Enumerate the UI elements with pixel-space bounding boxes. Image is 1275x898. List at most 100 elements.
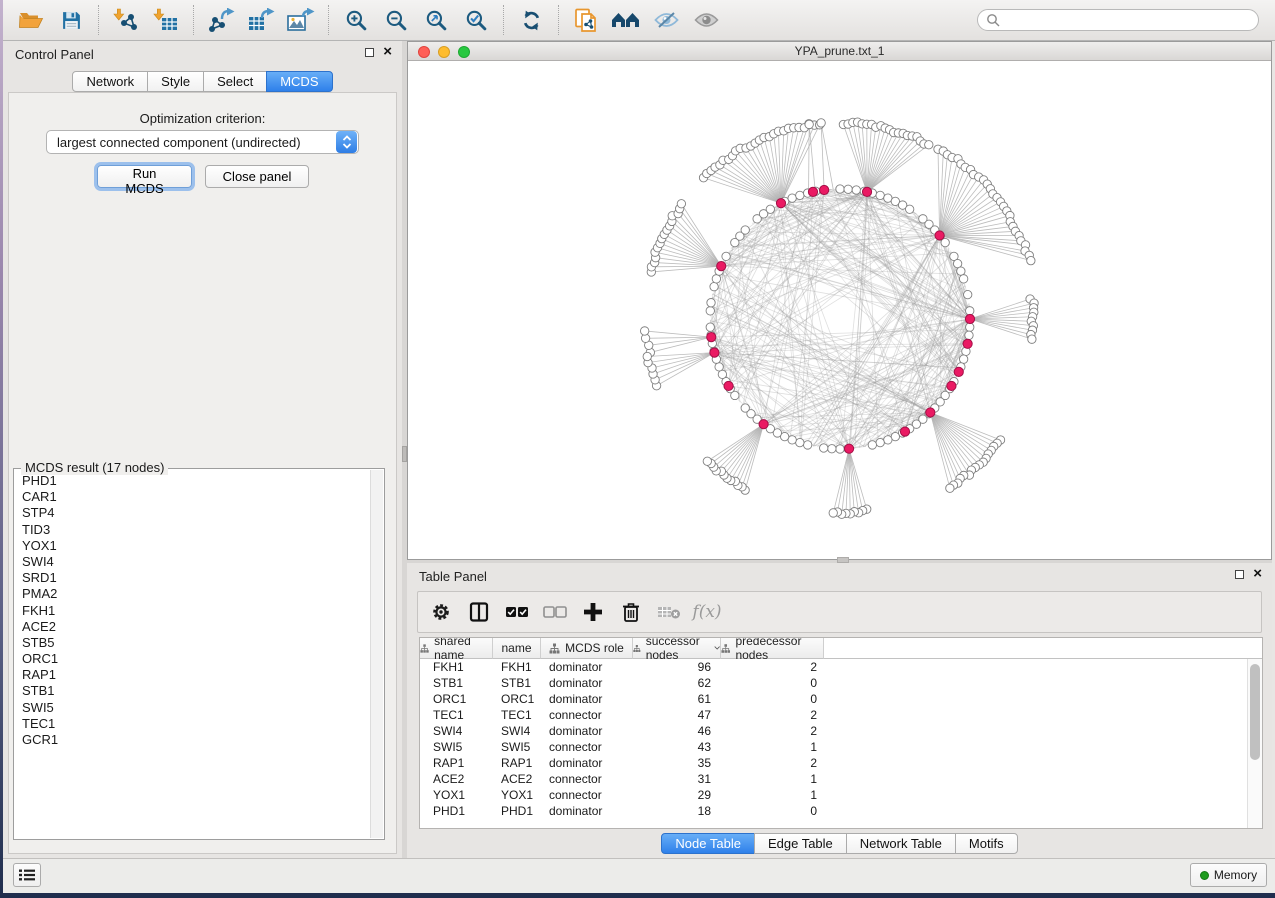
- network-node[interactable]: [796, 438, 804, 446]
- mcds-node[interactable]: [759, 420, 768, 429]
- network-node[interactable]: [722, 252, 730, 260]
- close-panel-button[interactable]: Close panel: [205, 165, 309, 188]
- mcds-list-scrollbar[interactable]: [370, 470, 383, 838]
- mcds-result-item[interactable]: PMA2: [22, 586, 369, 602]
- close-window-icon[interactable]: [418, 46, 430, 58]
- create-column-button[interactable]: [578, 597, 608, 627]
- table-scrollbar[interactable]: [1247, 659, 1262, 828]
- tab-network[interactable]: Network: [72, 71, 148, 92]
- open-file-button[interactable]: [11, 3, 51, 37]
- network-node[interactable]: [905, 205, 913, 213]
- mcds-node[interactable]: [776, 199, 785, 208]
- export-table-button[interactable]: [241, 3, 281, 37]
- float-panel-icon[interactable]: [365, 48, 374, 57]
- network-node[interactable]: [703, 457, 711, 465]
- tab-network-table[interactable]: Network Table: [846, 833, 956, 854]
- zoom-selected-button[interactable]: [456, 3, 496, 37]
- mcds-node[interactable]: [844, 444, 853, 453]
- hide-selected-button[interactable]: [646, 3, 686, 37]
- network-node[interactable]: [868, 441, 876, 449]
- network-node[interactable]: [796, 191, 804, 199]
- table-row[interactable]: ORC1ORC1dominator610: [420, 691, 1262, 707]
- tab-style[interactable]: Style: [147, 71, 204, 92]
- mcds-node[interactable]: [900, 427, 909, 436]
- network-node[interactable]: [706, 323, 714, 331]
- mcds-result-item[interactable]: RAP1: [22, 667, 369, 683]
- column-header-successor-nodes[interactable]: successor nodes: [633, 638, 721, 659]
- network-node[interactable]: [957, 267, 965, 275]
- network-node[interactable]: [741, 226, 749, 234]
- tab-motifs[interactable]: Motifs: [955, 833, 1018, 854]
- mcds-result-item[interactable]: SRD1: [22, 570, 369, 586]
- scrollbar-thumb[interactable]: [1250, 664, 1260, 760]
- network-node[interactable]: [706, 307, 714, 315]
- mcds-node[interactable]: [947, 381, 956, 390]
- mcds-result-item[interactable]: TEC1: [22, 716, 369, 732]
- network-node[interactable]: [817, 119, 825, 127]
- network-node[interactable]: [766, 205, 774, 213]
- table-row[interactable]: TEC1TEC1connector472: [420, 707, 1262, 723]
- mcds-node[interactable]: [820, 185, 829, 194]
- mcds-node[interactable]: [963, 339, 972, 348]
- refresh-view-button[interactable]: [511, 3, 551, 37]
- mcds-result-item[interactable]: ACE2: [22, 619, 369, 635]
- mcds-result-item[interactable]: STB5: [22, 635, 369, 651]
- task-history-button[interactable]: [13, 863, 41, 887]
- network-node[interactable]: [805, 120, 813, 128]
- network-node[interactable]: [707, 299, 715, 307]
- mcds-result-item[interactable]: SWI4: [22, 554, 369, 570]
- first-neighbors-button[interactable]: [606, 3, 646, 37]
- mcds-node[interactable]: [965, 314, 974, 323]
- network-node[interactable]: [677, 200, 685, 208]
- maximize-window-icon[interactable]: [458, 46, 470, 58]
- network-node[interactable]: [959, 275, 967, 283]
- mcds-result-item[interactable]: SWI5: [22, 700, 369, 716]
- close-panel-icon[interactable]: ×: [383, 46, 392, 58]
- mcds-node[interactable]: [954, 367, 963, 376]
- tab-select[interactable]: Select: [203, 71, 267, 92]
- tab-node-table[interactable]: Node Table: [661, 833, 755, 854]
- run-mcds-button[interactable]: Run MCDS: [97, 165, 192, 188]
- mcds-result-list[interactable]: PHD1CAR1STP4TID3YOX1SWI4SRD1PMA2FKH1ACE2…: [16, 473, 369, 837]
- network-node[interactable]: [963, 290, 971, 298]
- mcds-node[interactable]: [862, 187, 871, 196]
- network-graph[interactable]: [408, 61, 1271, 559]
- mcds-node[interactable]: [808, 187, 817, 196]
- network-node[interactable]: [710, 282, 718, 290]
- network-node[interactable]: [829, 509, 837, 517]
- network-node[interactable]: [876, 438, 884, 446]
- float-panel-icon[interactable]: [1235, 570, 1244, 579]
- network-node[interactable]: [852, 186, 860, 194]
- mcds-result-item[interactable]: PHD1: [22, 473, 369, 489]
- tab-edge-table[interactable]: Edge Table: [754, 833, 847, 854]
- network-node[interactable]: [741, 404, 749, 412]
- zoom-in-button[interactable]: [336, 3, 376, 37]
- table-settings-button[interactable]: [426, 597, 456, 627]
- table-row[interactable]: FKH1FKH1dominator962: [420, 659, 1262, 675]
- mcds-result-item[interactable]: STP4: [22, 505, 369, 521]
- mcds-node[interactable]: [926, 408, 935, 417]
- show-all-button[interactable]: [686, 3, 726, 37]
- network-node[interactable]: [965, 331, 973, 339]
- search-input[interactable]: [1000, 11, 1258, 29]
- mcds-node[interactable]: [724, 381, 733, 390]
- optimization-criterion-select[interactable]: largest connected component (undirected): [46, 130, 359, 154]
- network-node[interactable]: [836, 185, 844, 193]
- mcds-result-item[interactable]: STB1: [22, 683, 369, 699]
- network-node[interactable]: [966, 307, 974, 315]
- mcds-result-item[interactable]: GCR1: [22, 732, 369, 748]
- table-row[interactable]: YOX1YOX1connector291: [420, 787, 1262, 803]
- network-node[interactable]: [640, 327, 648, 335]
- column-header-predecessor-nodes[interactable]: predecessor nodes: [721, 638, 824, 659]
- column-header-shared-name[interactable]: shared name: [420, 638, 493, 659]
- network-node[interactable]: [788, 194, 796, 202]
- table-row[interactable]: PHD1PHD1dominator180: [420, 803, 1262, 819]
- table-row[interactable]: RAP1RAP1dominator352: [420, 755, 1262, 771]
- mcds-result-item[interactable]: FKH1: [22, 603, 369, 619]
- table-row[interactable]: ACE2ACE2connector311: [420, 771, 1262, 787]
- export-image-button[interactable]: [281, 3, 321, 37]
- show-column-button[interactable]: [464, 597, 494, 627]
- network-node[interactable]: [1027, 256, 1035, 264]
- network-node[interactable]: [884, 436, 892, 444]
- deselect-all-button[interactable]: [540, 597, 570, 627]
